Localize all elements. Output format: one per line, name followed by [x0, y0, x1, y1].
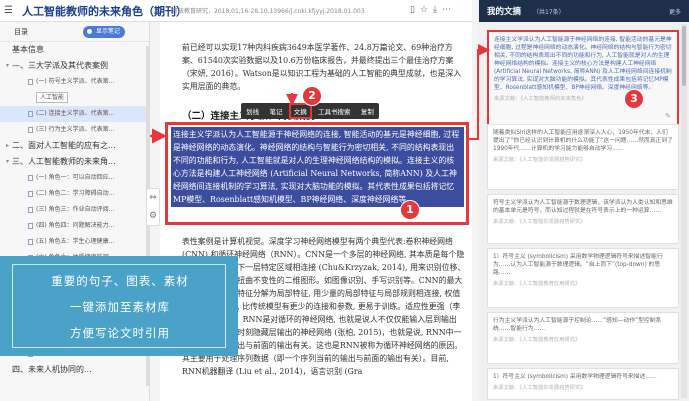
sidebar-item-label: (三) 行为主义学派、代表案... — [36, 126, 115, 133]
context-menu-item[interactable]: 笔记 — [269, 106, 282, 116]
sidebar-item-label: (一) 符号主义学派、代表案... — [36, 78, 115, 85]
chevron-down-icon[interactable]: ▾ — [6, 154, 9, 170]
excerpts-scroll-thumb[interactable] — [682, 26, 686, 86]
excerpt-source[interactable]: 来源文献：《人工智能教育应用研究》 — [493, 279, 673, 287]
sidebar-item[interactable]: (二) 角色二：学习障碍自动... — [0, 186, 149, 202]
sidebar-item[interactable]: (一) 角色一：可以自动回应... — [0, 170, 149, 186]
excerpt-card[interactable]: 符号主义学派认为人工智能源于数理逻辑，该学派认为人类认知和思维的基本单元是符号，… — [487, 194, 679, 244]
document-icon — [28, 191, 33, 197]
sidebar-item[interactable]: ▸ 二、面对人工智能的应有之... — [0, 138, 149, 154]
highlighted-selection[interactable]: 连接主义学派认为人工智能源于神经网络的连接, 智能活动的基元是神经细胞, 过程是… — [165, 122, 469, 225]
document-icon — [28, 175, 33, 181]
excerpt-text: 行为主义学派认为人工智能源于控制论……“感知—动作”型控制系统……智能行为…… — [493, 318, 662, 332]
sidebar-item[interactable]: (五) 角色五：学生心理健康... — [0, 234, 149, 250]
sidebar-header: 目录 显示笔记 — [0, 22, 149, 42]
excerpt-card[interactable]: 行为主义学派认为人工智能源于控制论……“感知—动作”型控制系统……智能行为…… 来… — [487, 312, 679, 364]
sidebar-item-label: —、三大学派及其代表案例 — [12, 61, 108, 70]
excerpt-source[interactable]: 来源文献：《人工智能的发展趋势研究》 — [493, 217, 673, 225]
sidebar-item[interactable]: (三) 角色三：作业自动评阅... — [0, 202, 149, 218]
edit-icon[interactable]: ✎ — [665, 112, 671, 120]
excerpt-text: 符号主义学派认为人工智能源于数理逻辑，该学派认为人类认知和思维的基本单元是符号，… — [493, 200, 673, 214]
sidebar-item-label: (三) 角色三：作业自动评阅... — [36, 206, 115, 213]
document-icon[interactable]: ▯ — [410, 5, 420, 15]
excerpt-source[interactable]: 来源文献：《人工智能教育应用研究》 — [493, 335, 673, 343]
sidebar-item[interactable]: (一) 符号主义学派、代表案... — [0, 74, 149, 90]
sidebar-item-label: (二) 连接主义学派、代表案... — [36, 110, 115, 117]
context-menu-item[interactable]: 工具书搜索 — [318, 106, 351, 116]
excerpts-title: 我的文摘 — [487, 7, 522, 17]
article-title: 人工智能教师的未来角色（期刊） — [22, 5, 187, 18]
download-icon[interactable]: ⤓ — [433, 5, 442, 15]
sidebar-item-label: 四、未来人机协同的... — [12, 365, 92, 374]
excerpt-text: 1）符号主义 (symbolicism) 采用数学物理逻辑符号来描述智能行为……… — [493, 254, 663, 276]
more-link[interactable]: 更多 — [669, 7, 681, 16]
sidebar-item[interactable]: 人工智能 — [0, 90, 149, 106]
context-menu-item[interactable]: 划线 — [246, 106, 259, 116]
excerpt-source[interactable]: 来源文献：《人工智能的发展趋势研究》 — [493, 383, 673, 391]
keyword-tag[interactable]: 人工智能 — [36, 92, 69, 103]
excerpts-panel: 我的文摘 （共17条） 更多 连接主义学派认为人工智能源于神经网络的连接, 智能… — [479, 0, 689, 401]
step-badge-3: 3 — [624, 89, 644, 109]
list-icon[interactable]: ☰ — [4, 5, 13, 16]
more-icon[interactable]: ⋯ — [442, 5, 456, 15]
document-icon — [28, 111, 33, 117]
document-icon — [28, 127, 33, 133]
banner-line: 重要的句子、图表、素材 — [51, 274, 189, 288]
chevron-down-icon[interactable]: ▾ — [6, 58, 9, 74]
article-meta: 开放教育研究，2018,01,16-28,10.13966/j.cnki.kfj… — [172, 8, 365, 15]
document-icon — [28, 239, 33, 245]
reader-window: ☰ 人工智能教师的未来角色（期刊） 开放教育研究，2018,01,16-28,1… — [0, 0, 689, 401]
sidebar-item-label: 三、人工智能教师的未来角... — [12, 157, 116, 166]
excerpts-count: （共17条） — [533, 9, 565, 16]
excerpt-card[interactable]: 连接主义学派认为人工智能源于神经网络的连接, 智能活动的基元是神经细胞, 过程是… — [487, 30, 679, 128]
title-bar: ☰ 人工智能教师的未来角色（期刊） 开放教育研究，2018,01,16-28,1… — [0, 0, 472, 22]
excerpt-card[interactable]: 1）符号主义 (symbolicism) 采用数学物理逻辑符号来描述…… 来源文献… — [487, 368, 679, 400]
excerpt-source[interactable]: 来源文献：《人工智能的发展趋势研究》 — [493, 155, 673, 163]
excerpt-text: 1）符号主义 (symbolicism) 采用数学物理逻辑符号来描述…… — [493, 374, 657, 380]
excerpt-text: 随着类似Siri这样的人工智能应用逐渐深入人心，1950年代末，人们提出了“你已… — [493, 130, 673, 152]
sidebar-item[interactable]: 四、未来人机协同的... — [0, 362, 149, 378]
banner-line: 一键添加至素材库 — [70, 300, 170, 314]
sidebar-item[interactable]: 基本信息 — [0, 42, 149, 58]
step-badge-2: 2 — [302, 86, 322, 106]
sidebar-item[interactable]: (三) 行为主义学派、代表案... — [0, 122, 149, 138]
excerpts-header: 我的文摘 （共17条） 更多 — [479, 0, 689, 22]
tab-outline[interactable]: 目录 — [14, 27, 28, 37]
chevron-right-icon[interactable]: ▸ — [6, 138, 9, 154]
context-menu-item[interactable]: 复制 — [361, 106, 374, 116]
sidebar-item[interactable]: (四) 角色四：问题解决能力... — [0, 218, 149, 234]
expand-icon[interactable]: ⇔ — [147, 189, 159, 207]
sidebar-item-label: (四) 角色四：问题解决能力... — [36, 222, 115, 229]
sidebar-item[interactable]: (二) 连接主义学派、代表案... — [0, 106, 149, 122]
document-icon — [28, 79, 33, 85]
settings-icon[interactable]: ⚙ — [147, 207, 159, 225]
paragraph: 前已经可以实现17种内科疾病3649本医学著作、24.8万篇论文、69种治疗方案… — [182, 43, 462, 91]
sidebar-item[interactable]: ▾ —、三大学派及其代表案例 — [0, 58, 149, 74]
document-icon — [28, 223, 33, 229]
sidebar-item-label: (五) 角色五：学生心理健康... — [36, 238, 115, 245]
banner-line: 方便写论文时引用 — [70, 326, 170, 340]
promo-banner: 重要的句子、图表、素材 一键添加至素材库 方便写论文时引用 — [0, 256, 238, 356]
side-toolbar: ⇔ ⚙ — [146, 188, 160, 226]
excerpt-text: 连接主义学派认为人工智能源于神经网络的连接, 智能活动的基元是神经细胞, 过程是… — [494, 37, 672, 91]
step-badge-1: 1 — [400, 200, 420, 220]
excerpt-card[interactable]: 随着类似Siri这样的人工智能应用逐渐深入人心，1950年代末，人们提出了“你已… — [487, 124, 679, 190]
title-bar-icons: ▯☆⤓⋯ — [410, 5, 456, 15]
sidebar-item-label: (一) 角色一：可以自动回应... — [36, 174, 115, 181]
sidebar-item-label: 基本信息 — [12, 45, 44, 54]
selected-text[interactable]: 连接主义学派认为人工智能源于神经网络的连接, 智能活动的基元是神经细胞, 过程是… — [171, 127, 464, 207]
excerpt-card[interactable]: 1）符号主义 (symbolicism) 采用数学物理逻辑符号来描述智能行为……… — [487, 248, 679, 308]
sidebar-item-label: (二) 角色二：学习障碍自动... — [36, 190, 115, 197]
excerpt-source[interactable]: 来源文献：《人工智能教师的未来角色》 — [494, 94, 672, 102]
document-icon — [28, 207, 33, 213]
sidebar-item[interactable]: ▾ 三、人工智能教师的未来角... — [0, 154, 149, 170]
star-icon[interactable]: ☆ — [420, 5, 433, 15]
banner-frame: 重要的句子、图表、素材 一键添加至素材库 方便写论文时引用 — [12, 264, 226, 348]
sidebar-item-label: 二、面对人工智能的应有之... — [12, 141, 116, 150]
show-notes-toggle[interactable]: 显示笔记 — [83, 26, 126, 38]
